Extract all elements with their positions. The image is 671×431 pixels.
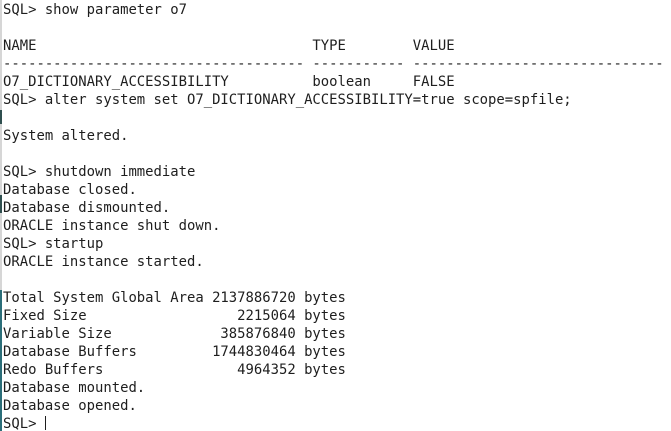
terminal-line: Database mounted.	[3, 380, 146, 396]
terminal-line: Database closed.	[3, 182, 137, 198]
terminal-line: Redo Buffers 4964352 bytes	[3, 362, 346, 378]
left-border-marker	[0, 110, 2, 124]
text-cursor	[44, 416, 46, 430]
terminal-line: ORACLE instance started.	[3, 254, 204, 270]
terminal-output: SQL> show parameter o7 NAME TYPE VALUE -…	[3, 1, 664, 431]
terminal-window[interactable]: SQL> show parameter o7 NAME TYPE VALUE -…	[0, 0, 671, 431]
terminal-line: SQL> shutdown immediate	[3, 164, 196, 180]
terminal-line: Variable Size 385876840 bytes	[3, 326, 346, 342]
terminal-line: System altered.	[3, 128, 129, 144]
terminal-line: SQL> alter system set O7_DICTIONARY_ACCE…	[3, 92, 572, 108]
terminal-line: Database dismounted.	[3, 200, 171, 216]
sql-prompt-line[interactable]: SQL>	[3, 415, 664, 431]
terminal-line: Database opened.	[3, 398, 137, 414]
terminal-line: Database Buffers 1744830464 bytes	[3, 344, 346, 360]
terminal-line: O7_DICTIONARY_ACCESSIBILITY boolean FALS…	[3, 74, 455, 90]
terminal-line: SQL> startup	[3, 236, 104, 252]
terminal-line: ORACLE instance shut down.	[3, 218, 221, 234]
terminal-line: NAME TYPE VALUE	[3, 38, 455, 54]
sql-prompt: SQL>	[3, 416, 45, 431]
terminal-line: Total System Global Area 2137886720 byte…	[3, 290, 346, 306]
left-border-marker	[0, 290, 2, 431]
left-border-marker	[0, 195, 2, 213]
terminal-line: Fixed Size 2215064 bytes	[3, 308, 346, 324]
terminal-line: SQL> show parameter o7	[3, 2, 187, 18]
terminal-line: ------------------------------------ ---…	[3, 56, 664, 72]
